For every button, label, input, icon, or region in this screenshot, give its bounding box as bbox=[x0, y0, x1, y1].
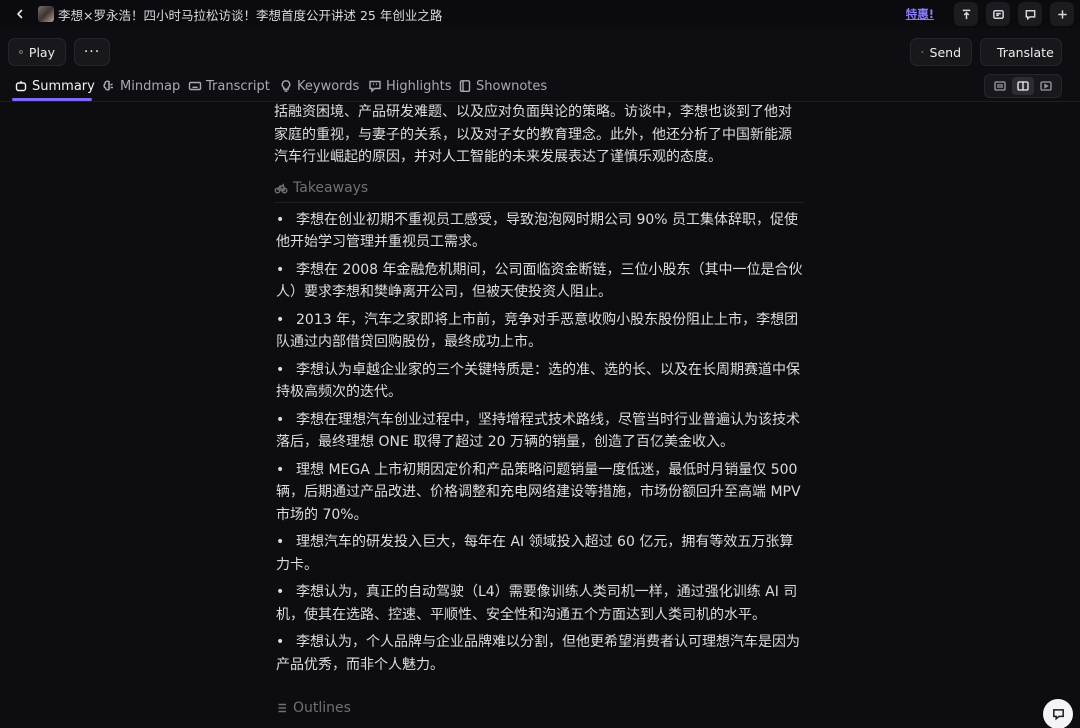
summary-content: 括融资困境、产品研发难题、以及应对负面舆论的策略。访谈中，李想也谈到了他对家庭的… bbox=[274, 101, 804, 728]
message-icon bbox=[1025, 9, 1035, 20]
tab-keywords[interactable]: Keywords bbox=[279, 76, 359, 96]
send-button[interactable]: Send bbox=[910, 38, 972, 66]
translate-button[interactable]: Translate bbox=[980, 38, 1062, 66]
list-item: 李想在创业初期不重视员工感受，导致泡泡网时期公司 90% 员工集体辞职，促使他开… bbox=[274, 209, 804, 254]
view-mode-split[interactable] bbox=[1011, 77, 1034, 95]
play-label: Play bbox=[28, 44, 55, 60]
list-item: 李想认为，真正的自动驾驶（L4）需要像训练人类司机一样，通过强化训练 AI 司机… bbox=[274, 581, 804, 626]
list-item: 理想 MEGA 上市初期因定价和产品策略问题销量一度低迷，最低时月销量仅 500… bbox=[274, 459, 804, 527]
pin-top-icon bbox=[962, 9, 970, 19]
tab-keywords-label: Keywords bbox=[297, 78, 360, 94]
outlines-heading-label: Outlines bbox=[293, 700, 351, 716]
notebook-icon bbox=[459, 80, 471, 92]
tab-highlights[interactable]: Highlights bbox=[368, 76, 451, 96]
pin-top-button[interactable] bbox=[954, 2, 978, 26]
back-button[interactable] bbox=[8, 2, 32, 26]
chevron-left-icon bbox=[17, 9, 23, 19]
tab-summary[interactable]: Summary bbox=[14, 76, 95, 96]
title-bar: 李想×罗永浩！四小时马拉松访谈！李想首度公开讲述 25 年创业之路 特惠! bbox=[0, 0, 1080, 28]
list-item: 理想汽车的研发投入巨大，每年在 AI 领域投入超过 60 亿元，拥有等效五万张算… bbox=[274, 531, 804, 576]
list-view-icon bbox=[994, 81, 1006, 91]
send-label: Send bbox=[929, 44, 961, 60]
toolbar: Play ··· Send Translate bbox=[0, 28, 1080, 76]
window-button[interactable] bbox=[986, 2, 1010, 26]
keyboard-icon bbox=[188, 81, 202, 91]
view-mode-toggle bbox=[984, 74, 1062, 98]
list-icon bbox=[276, 703, 286, 713]
chat-bubble-icon bbox=[1052, 708, 1064, 720]
outlines-heading: Outlines bbox=[274, 700, 798, 716]
add-button[interactable] bbox=[1050, 2, 1074, 26]
episode-title: 李想×罗永浩！四小时马拉松访谈！李想首度公开讲述 25 年创业之路 bbox=[58, 7, 443, 23]
list-item: 李想认为卓越企业家的三个关键特质是：选的准、选的长、以及在长周期赛道中保持极高频… bbox=[274, 359, 804, 404]
bicycle-icon bbox=[274, 183, 288, 194]
add-icon bbox=[1057, 9, 1067, 19]
active-tab-indicator bbox=[12, 98, 92, 101]
play-circle-icon bbox=[19, 50, 23, 54]
tab-transcript[interactable]: Transcript bbox=[188, 76, 270, 96]
tab-bar: Summary Mindmap Transcript Keywords High… bbox=[0, 72, 1080, 102]
lightbulb-icon bbox=[281, 80, 291, 92]
promo-link[interactable]: 特惠! bbox=[906, 6, 934, 22]
tab-highlights-label: Highlights bbox=[386, 78, 452, 94]
list-item: 李想在理想汽车创业过程中，坚持增程式技术路线，尽管当时行业普遍认为该技术落后，最… bbox=[274, 409, 804, 454]
view-mode-list[interactable] bbox=[989, 77, 1011, 95]
summary-paragraph: 括融资困境、产品研发难题、以及应对负面舆论的策略。访谈中，李想也谈到了他对家庭的… bbox=[274, 104, 792, 165]
takeaways-heading: Takeaways bbox=[274, 180, 804, 203]
send-icon bbox=[921, 50, 924, 54]
robot-icon bbox=[15, 81, 27, 92]
title-actions: 特惠! bbox=[906, 2, 1074, 26]
takeaways-heading-label: Takeaways bbox=[293, 180, 369, 196]
tab-summary-label: Summary bbox=[32, 78, 95, 94]
more-button[interactable]: ··· bbox=[74, 38, 110, 66]
translate-label: Translate bbox=[997, 44, 1054, 60]
episode-thumbnail bbox=[38, 6, 54, 22]
list-item: 2013 年，汽车之家即将上市前，竞争对手恶意收购小股东股份阻止上市，李想团队通… bbox=[274, 309, 804, 354]
window-icon bbox=[992, 9, 1004, 19]
more-icon: ··· bbox=[83, 44, 101, 60]
tab-transcript-label: Transcript bbox=[206, 78, 270, 94]
player-view-icon bbox=[1040, 81, 1052, 91]
quote-bubble-icon bbox=[369, 80, 381, 93]
tab-shownotes-label: Shownotes bbox=[476, 78, 548, 94]
tab-mindmap-label: Mindmap bbox=[120, 78, 181, 94]
message-button[interactable] bbox=[1018, 2, 1042, 26]
view-mode-player[interactable] bbox=[1035, 77, 1057, 95]
list-item: 李想认为，个人品牌与企业品牌难以分割，但他更希望消费者认可理想汽车是因为产品优秀… bbox=[274, 631, 804, 676]
play-button[interactable]: Play bbox=[8, 38, 66, 66]
tab-shownotes[interactable]: Shownotes bbox=[458, 76, 547, 96]
chat-button[interactable] bbox=[1043, 699, 1073, 728]
tab-mindmap[interactable]: Mindmap bbox=[102, 76, 180, 96]
takeaways-list: 李想在创业初期不重视员工感受，导致泡泡网时期公司 90% 员工集体辞职，促使他开… bbox=[274, 209, 804, 677]
brain-icon bbox=[103, 80, 113, 91]
list-item: 李想在 2008 年金融危机期间，公司面临资金断链，三位小股东（其中一位是合伙人… bbox=[274, 259, 804, 304]
split-view-icon bbox=[1017, 81, 1029, 91]
